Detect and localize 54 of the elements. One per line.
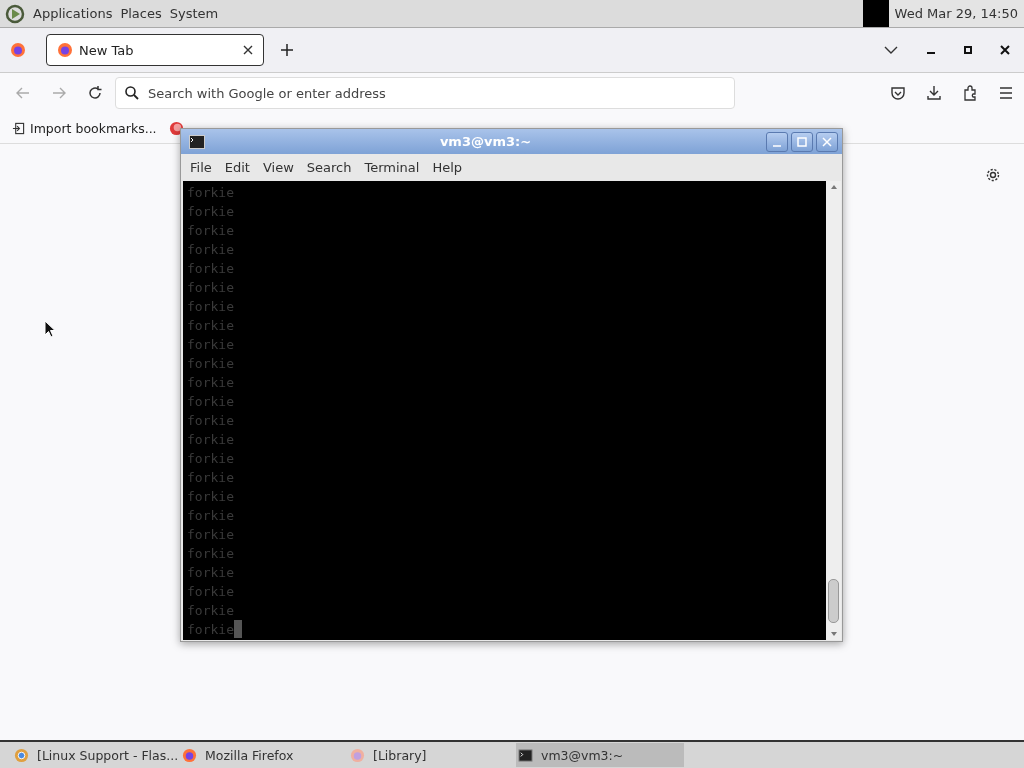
scroll-down-icon[interactable] [829,631,838,637]
menu-item[interactable]: View [262,160,294,175]
terminal-icon [189,134,205,149]
menu-item[interactable]: File [190,160,212,175]
window-title: vm3@vm3:~ [438,134,533,149]
menu-item[interactable]: Edit [224,160,250,175]
bookmark[interactable]: Import bookmarks... [30,120,157,136]
mouse-pointer-icon [44,320,56,338]
close-icon[interactable] [243,45,253,55]
text-cursor [233,620,242,638]
close-icon[interactable] [1000,45,1010,55]
library-icon [350,747,365,763]
scrollbar-thumb[interactable] [828,579,839,623]
scroll-up-icon[interactable] [829,184,838,190]
search-icon [124,85,140,101]
menu-item[interactable]: Terminal [364,160,420,175]
taskbar-item[interactable]: vm3@vm3:~ [516,743,684,767]
taskbar-item[interactable]: Mozilla Firefox [180,743,348,767]
scrollbar[interactable] [826,181,841,640]
panel-menu[interactable]: Places [120,6,162,21]
address-bar[interactable]: Search with Google or enter address [115,77,735,109]
browser-tab[interactable]: New Tab [46,34,264,66]
firefox-icon[interactable] [10,42,26,58]
settings-icon[interactable] [985,167,1001,183]
bookmark-icon[interactable] [168,120,184,136]
chevron-down-icon[interactable] [884,45,898,55]
extensions-icon[interactable] [962,85,978,101]
panel-menu[interactable]: System [169,6,219,21]
terminal-output: forkie forkie forkie forkie forkie forkie forkie forkie forkie forkie forkie forkie forkie forkie forkie forkie forkie forkie forkie forkie forkie forkie forkie forkie [183,181,826,640]
close-icon [822,136,832,147]
maximize-button[interactable] [791,131,813,152]
close-button[interactable] [816,131,838,152]
maximize-icon[interactable] [964,46,972,54]
taskbar-item[interactable]: [Library] [348,743,516,767]
taskbar-item[interactable]: [Linux Support - Flas... [12,743,180,767]
firefox-icon [57,42,73,58]
clock[interactable]: Wed Mar 29, 14:50 [888,0,1024,27]
terminal-icon [518,747,533,763]
menu-icon[interactable] [998,85,1014,101]
panel-menu[interactable]: Applications [33,6,113,21]
minimize-icon [772,144,782,147]
pocket-icon[interactable] [890,85,906,101]
browser-icon [14,747,29,763]
reload-icon[interactable] [87,85,103,101]
maximize-icon [797,136,807,147]
firefox-icon [182,747,197,763]
menu-item[interactable]: Help [432,160,463,175]
new-tab-icon[interactable] [280,43,294,57]
download-icon[interactable] [926,85,942,101]
panel-block [862,0,889,27]
menu-item[interactable]: Search [306,160,352,175]
import-icon[interactable] [12,121,25,135]
distro-logo-icon[interactable] [5,3,25,24]
minimize-button[interactable] [766,131,788,152]
